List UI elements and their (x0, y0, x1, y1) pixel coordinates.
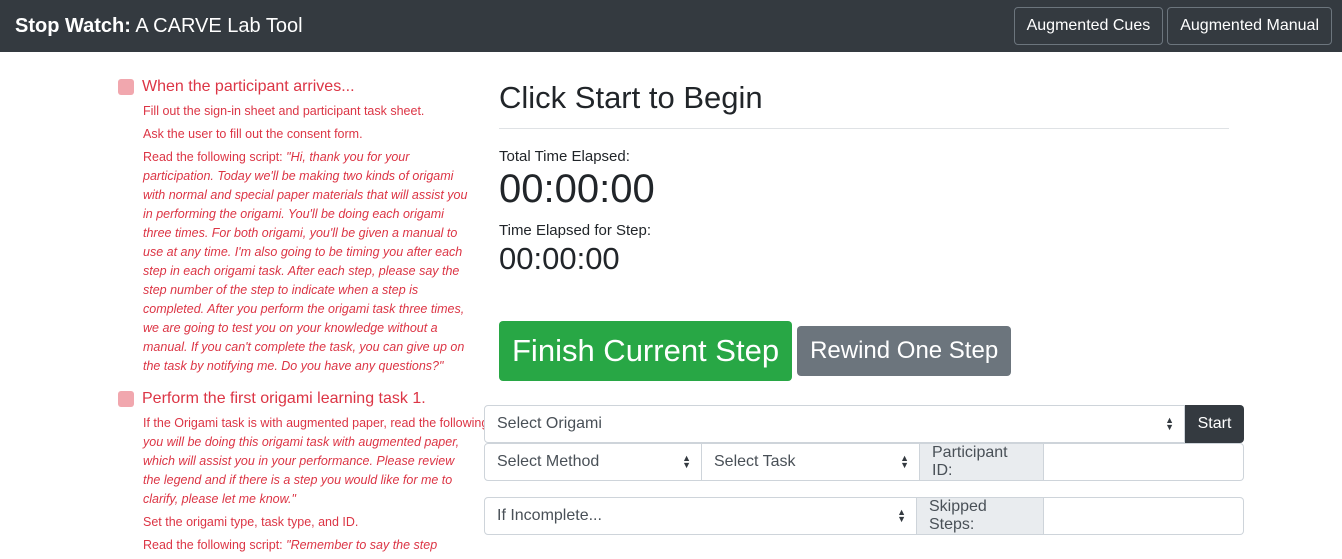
checklist-item-script: Read the following script: "Hi, thank yo… (143, 148, 473, 376)
skipped-steps-label: Skipped Steps: (917, 497, 1044, 535)
finish-step-button[interactable]: Finish Current Step (499, 321, 793, 381)
rewind-step-button[interactable]: Rewind One Step (797, 326, 1012, 376)
origami-select-value: Select Origami (497, 415, 602, 432)
step-title: When the participant arrives... (142, 78, 355, 95)
script-prefix: Read the following script: (143, 150, 287, 164)
augmented-cues-button[interactable]: Augmented Cues (1013, 7, 1164, 45)
participant-id-label: Participant ID: (920, 443, 1044, 481)
step-time-label: Time Elapsed for Step: (499, 222, 652, 239)
method-select[interactable]: Select Method ▲ ▼ (484, 443, 702, 481)
checklist-item-script: Read the following script: "Remember to … (143, 536, 473, 555)
incomplete-select[interactable]: If Incomplete... ▲ ▼ (484, 497, 917, 535)
step-checkbox[interactable] (118, 79, 134, 95)
script-prefix: If the Origami task is with augmented pa… (143, 416, 529, 430)
origami-row: Select Origami ▲ ▼ Start (484, 405, 1244, 443)
start-button[interactable]: Start (1185, 405, 1244, 443)
nav-actions: Augmented Cues Augmented Manual (1013, 7, 1332, 45)
timer-panel: Click Start to Begin Total Time Elapsed:… (499, 78, 1229, 277)
navbar: Stop Watch: A CARVE Lab Tool Augmented C… (0, 0, 1342, 52)
origami-select[interactable]: Select Origami ▲ ▼ (484, 405, 1185, 443)
select-arrows-icon: ▲ ▼ (897, 507, 906, 524)
checklist-item: Fill out the sign-in sheet and participa… (143, 104, 425, 118)
select-arrows-icon: ▲ ▼ (900, 453, 909, 470)
incomplete-select-value: If Incomplete... (497, 507, 602, 524)
divider (499, 128, 1229, 129)
step-time-value: 00:00:00 (499, 241, 620, 276)
select-arrows-icon: ▲ ▼ (1165, 415, 1174, 432)
script-text: "Hi, thank you for your participation. T… (143, 150, 468, 373)
checklist: When the participant arrives... Fill out… (118, 78, 558, 559)
task-select[interactable]: Select Task ▲ ▼ (702, 443, 920, 481)
checklist-item: Set the origami type, task type, and ID. (143, 515, 359, 529)
total-time-value: 00:00:00 (499, 167, 655, 211)
brand-bold: Stop Watch: (15, 14, 131, 37)
checklist-step-task1: Perform the first origami learning task … (118, 390, 473, 408)
script-prefix: Read the following script: (143, 538, 287, 552)
augmented-manual-button[interactable]: Augmented Manual (1167, 7, 1332, 45)
step-title: Perform the first origami learning task … (142, 390, 426, 407)
total-time-label: Total Time Elapsed: (499, 148, 630, 165)
method-select-value: Select Method (497, 453, 600, 470)
checklist-step-arrival: When the participant arrives... (118, 78, 473, 96)
task-select-value: Select Task (714, 453, 796, 470)
step-controls: Finish Current Step Rewind One Step (499, 321, 1012, 381)
step-checkbox[interactable] (118, 391, 134, 407)
skipped-steps-input[interactable] (1044, 497, 1244, 535)
checklist-item: Ask the user to fill out the consent for… (143, 127, 363, 141)
select-arrows-icon: ▲ ▼ (682, 453, 691, 470)
script-text: "Remember to say the step (286, 538, 438, 552)
participant-id-input[interactable] (1044, 443, 1244, 481)
brand-name: A CARVE Lab Tool (130, 14, 303, 37)
method-task-row: Select Method ▲ ▼ Select Task ▲ ▼ Particip… (484, 443, 1244, 481)
incomplete-row: If Incomplete... ▲ ▼ Skipped Steps: (484, 497, 1244, 535)
brand[interactable]: Stop Watch: A CARVE Lab Tool (15, 15, 303, 38)
checklist-item-script: If the Origami task is with augmented pa… (143, 414, 558, 509)
page-title: Click Start to Begin (499, 80, 763, 115)
